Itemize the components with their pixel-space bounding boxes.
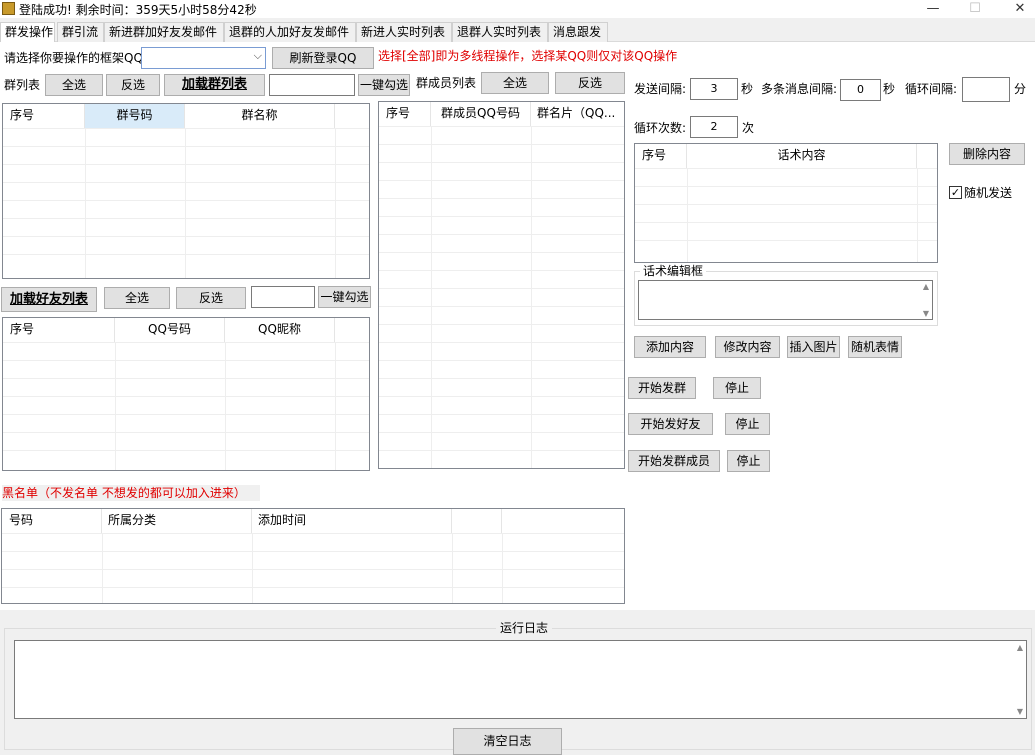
- member-list-label: 群成员列表: [416, 76, 477, 90]
- load-friend-list-button[interactable]: 加载好友列表: [1, 287, 97, 312]
- group-invert-button[interactable]: 反选: [106, 74, 160, 96]
- script-editor-label: 话术编辑框: [640, 263, 707, 279]
- member-select-all-button[interactable]: 全选: [481, 72, 549, 94]
- stop-group-button[interactable]: 停止: [713, 377, 761, 399]
- log-panel: 运行日志 ▲ ▼ 清空日志: [0, 610, 1035, 755]
- script-table[interactable]: 序号 话术内容: [634, 143, 938, 263]
- start-send-group-button[interactable]: 开始发群: [628, 377, 696, 399]
- loop-interval-input[interactable]: [962, 77, 1010, 102]
- load-group-list-button[interactable]: 加载群列表: [164, 74, 265, 96]
- insert-image-button[interactable]: 插入图片: [787, 336, 840, 358]
- send-interval-unit: 秒: [741, 82, 754, 96]
- clear-log-button[interactable]: 清空日志: [453, 728, 562, 755]
- friend-list-table[interactable]: 序号 QQ号码 QQ昵称: [2, 317, 370, 471]
- tab-new-realtime[interactable]: 新进人实时列表: [356, 22, 452, 42]
- log-label: 运行日志: [496, 620, 553, 636]
- tab-quit-realtime[interactable]: 退群人实时列表: [452, 22, 548, 42]
- loop-interval-unit: 分: [1014, 82, 1027, 96]
- member-col-index[interactable]: 序号: [379, 102, 431, 126]
- delete-content-button[interactable]: 删除内容: [949, 143, 1025, 165]
- group-search-input[interactable]: [269, 74, 355, 96]
- member-col-card[interactable]: 群名片（QQ...: [531, 102, 624, 126]
- member-col-qq[interactable]: 群成员QQ号码: [431, 102, 531, 126]
- tab-message-follow[interactable]: 消息跟发: [548, 22, 608, 42]
- group-col-number[interactable]: 群号码: [85, 104, 185, 128]
- send-interval-label: 发送间隔:: [634, 82, 687, 96]
- script-col-index[interactable]: 序号: [635, 144, 687, 168]
- blacklist-col-filler2: [502, 509, 624, 533]
- tab-strip: 群发操作 群引流 新进群加好友发邮件 退群的人加好友发邮件 新进人实时列表 退群…: [0, 22, 1035, 43]
- tab-quit-member-mail[interactable]: 退群的人加好友发邮件: [224, 22, 356, 42]
- group-one-click-check-button[interactable]: 一键勾选: [358, 74, 410, 96]
- friend-select-all-button[interactable]: 全选: [104, 287, 170, 309]
- loop-count-input[interactable]: 2: [690, 116, 738, 138]
- start-send-member-button[interactable]: 开始发群成员: [628, 450, 720, 472]
- group-list-label: 群列表: [4, 78, 41, 92]
- group-col-index[interactable]: 序号: [3, 104, 85, 128]
- group-select-all-button[interactable]: 全选: [45, 74, 103, 96]
- tab-new-member-mail[interactable]: 新进群加好友发邮件: [104, 22, 224, 42]
- random-send-label: 随机发送: [964, 186, 1013, 200]
- frame-qq-label: 请选择你要操作的框架QQ: [4, 51, 143, 65]
- blacklist-col-category[interactable]: 所属分类: [102, 509, 252, 533]
- friend-search-input[interactable]: [251, 286, 315, 308]
- log-scroll-up-icon[interactable]: ▲: [1017, 643, 1023, 652]
- edit-content-button[interactable]: 修改内容: [715, 336, 780, 358]
- maximize-icon[interactable]: ☐: [952, 0, 998, 18]
- log-scroll-down-icon[interactable]: ▼: [1017, 707, 1023, 716]
- group-list-table[interactable]: 序号 群号码 群名称: [2, 103, 370, 279]
- loop-count-label: 循环次数:: [634, 121, 687, 135]
- script-col-filler: [917, 144, 937, 168]
- friend-col-qq[interactable]: QQ号码: [115, 318, 225, 342]
- script-col-content[interactable]: 话术内容: [687, 144, 917, 168]
- main-panel: 请选择你要操作的框架QQ ⌵ 刷新登录QQ 选择[全部]即为多线程操作，选择某Q…: [0, 42, 1035, 610]
- tab-group-traffic[interactable]: 群引流: [57, 22, 104, 42]
- multi-msg-interval-unit: 秒: [883, 82, 896, 96]
- tab-group-send[interactable]: 群发操作: [0, 22, 55, 43]
- group-col-filler: [335, 104, 369, 128]
- blacklist-table[interactable]: 号码 所属分类 添加时间: [1, 508, 625, 604]
- add-content-button[interactable]: 添加内容: [634, 336, 706, 358]
- member-list-table[interactable]: 序号 群成员QQ号码 群名片（QQ...: [378, 101, 625, 469]
- blacklist-col-time[interactable]: 添加时间: [252, 509, 452, 533]
- script-editor-textarea[interactable]: ▲ ▼: [638, 280, 933, 320]
- multi-msg-interval-input[interactable]: 0: [840, 79, 881, 101]
- random-emoji-button[interactable]: 随机表情: [848, 336, 902, 358]
- loop-count-unit: 次: [742, 121, 755, 135]
- log-textarea[interactable]: ▲ ▼: [14, 640, 1027, 719]
- frame-qq-hint: 选择[全部]即为多线程操作，选择某QQ则仅对该QQ操作: [378, 49, 678, 63]
- frame-qq-select[interactable]: ⌵: [141, 47, 266, 69]
- scroll-down-icon[interactable]: ▼: [923, 309, 929, 318]
- close-icon[interactable]: ✕: [997, 0, 1035, 18]
- refresh-login-button[interactable]: 刷新登录QQ: [272, 47, 374, 69]
- friend-col-filler: [335, 318, 369, 342]
- blacklist-col-filler1: [452, 509, 502, 533]
- stop-friend-button[interactable]: 停止: [725, 413, 770, 435]
- friend-col-index[interactable]: 序号: [3, 318, 115, 342]
- app-icon: [2, 2, 15, 15]
- blacklist-label: 黑名单（不发名单 不想发的都可以加入进来）: [2, 485, 260, 501]
- member-invert-button[interactable]: 反选: [555, 72, 625, 94]
- title-bar: 登陆成功! 剩余时间：359天5小时58分42秒 — ☐ ✕: [0, 0, 1035, 18]
- window-title: 登陆成功! 剩余时间：359天5小时58分42秒: [19, 3, 257, 17]
- start-send-friend-button[interactable]: 开始发好友: [628, 413, 713, 435]
- scroll-up-icon[interactable]: ▲: [923, 282, 929, 291]
- blacklist-col-number[interactable]: 号码: [2, 509, 102, 533]
- multi-msg-interval-label: 多条消息间隔:: [761, 82, 838, 96]
- group-col-name[interactable]: 群名称: [185, 104, 335, 128]
- chevron-down-icon: ⌵: [253, 49, 262, 62]
- loop-interval-label: 循环间隔:: [905, 82, 958, 96]
- stop-member-button[interactable]: 停止: [727, 450, 770, 472]
- random-send-checkbox[interactable]: ✓: [949, 186, 962, 199]
- friend-invert-button[interactable]: 反选: [176, 287, 246, 309]
- friend-col-nickname[interactable]: QQ昵称: [225, 318, 335, 342]
- minimize-icon[interactable]: —: [910, 0, 956, 18]
- send-interval-input[interactable]: 3: [690, 78, 738, 100]
- friend-one-click-check-button[interactable]: 一键勾选: [318, 286, 371, 308]
